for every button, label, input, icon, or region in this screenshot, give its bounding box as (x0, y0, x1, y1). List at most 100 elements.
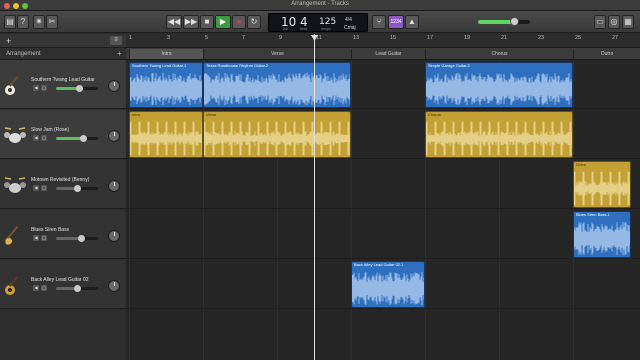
stop-button[interactable]: ■ (200, 15, 214, 29)
ruler-bar-label: 23 (538, 35, 545, 41)
solo-button[interactable]: ◯ (41, 135, 47, 141)
mute-button[interactable]: ◀ (33, 285, 39, 291)
ruler-bar-label: 5 (205, 35, 209, 41)
waveform-path (204, 72, 350, 106)
metronome-button[interactable]: ▲ (405, 15, 419, 29)
electric-guitar-icon (5, 276, 19, 295)
region-label: Back Alley Lead Guitar 02.1 (354, 262, 404, 267)
mute-button[interactable]: ◀ (33, 235, 39, 241)
tracks-area[interactable]: Southern Twang Lead Guitar.1 Texas Roadh… (126, 60, 640, 360)
pan-knob[interactable] (108, 180, 120, 192)
track-filter-button[interactable]: ≡ (110, 36, 122, 45)
audio-region[interactable]: Back Alley Lead Guitar 02.1 (351, 261, 425, 308)
master-volume-knob[interactable] (510, 17, 520, 26)
master-volume-slider[interactable] (478, 17, 530, 26)
arrangement-marker-intro[interactable]: Intro (129, 49, 203, 59)
rewind-button[interactable]: ◀◀ (166, 15, 182, 29)
track-volume-knob[interactable] (76, 85, 84, 92)
ruler-bar-label: 9 (279, 35, 283, 41)
editors-button[interactable]: ✂ (46, 15, 58, 29)
pan-knob[interactable] (108, 230, 120, 242)
track-header[interactable]: Motown Revisited (Benny) ◀ ◯ (0, 160, 126, 209)
count-in-button[interactable]: 1234 (388, 15, 404, 29)
track-header[interactable]: Southern Twang Lead Guitar ◀ ◯ (0, 60, 126, 109)
smart-controls-button[interactable]: ✷ (33, 15, 45, 29)
control-bar: ▤ ? ✷ ✂ ◀◀ ▶▶ ■ ▶ ● ↻ 10 4 bar beat 125 … (0, 11, 640, 33)
audio-region[interactable]: Southern Twang Lead Guitar.1 (129, 62, 203, 108)
lcd-tempo: 125 (319, 17, 337, 27)
mute-button[interactable]: ◀ (33, 185, 39, 191)
region-label: Outro (576, 162, 587, 167)
track-volume-slider[interactable] (56, 85, 98, 92)
track-name: Back Alley Lead Guitar 02 (31, 277, 89, 283)
media-browser-button[interactable]: ▦ (622, 15, 634, 29)
pan-knob[interactable] (108, 280, 120, 292)
title-bar: Arrangement - Tracks (0, 0, 640, 11)
rewind-icon: ◀◀ (167, 17, 181, 26)
region-label: Simple Garage Guitar.2 (428, 63, 470, 68)
record-button[interactable]: ● (232, 15, 246, 29)
track-header[interactable]: Slow Jam (Rose) ◀ ◯ (0, 110, 126, 159)
playhead[interactable] (314, 34, 315, 360)
solo-button[interactable]: ◯ (41, 85, 47, 91)
ruler-bar-label: 25 (575, 35, 582, 41)
loop-browser-button[interactable]: ◎ (608, 15, 620, 29)
mute-button[interactable]: ◀ (33, 85, 39, 91)
cycle-button[interactable]: ↻ (247, 15, 261, 29)
play-button[interactable]: ▶ (215, 15, 231, 29)
quick-help-button[interactable]: ? (17, 15, 29, 29)
solo-button[interactable]: ◯ (41, 285, 47, 291)
waveform-path (574, 171, 630, 206)
arrangement-marker-lead-guitar[interactable]: Lead Guitar (351, 49, 425, 59)
notepad-icon: ▭ (596, 17, 604, 26)
track-header[interactable]: Blues Siren Bass ◀ ◯ (0, 210, 126, 259)
ruler-bar-label: 19 (464, 35, 471, 41)
track-name: Motown Revisited (Benny) (31, 177, 90, 183)
drummer-region[interactable]: Intro (129, 111, 203, 158)
library-icon: ▤ (6, 17, 14, 26)
drummer-region[interactable]: Chorus (425, 111, 573, 158)
scissors-icon: ✂ (48, 17, 56, 26)
audio-region[interactable]: Blues Siren Bass.1 (573, 211, 631, 258)
fast-forward-button[interactable]: ▶▶ (183, 15, 199, 29)
lcd-tempo-label: tempo (321, 27, 331, 31)
master-volume-fill (478, 20, 515, 24)
audio-region[interactable]: Texas Roadhouse Rhythm Guitar.2 (203, 62, 351, 108)
library-button[interactable]: ▤ (4, 15, 16, 29)
record-icon: ● (236, 17, 242, 26)
track-volume-knob[interactable] (78, 235, 86, 242)
add-track-button[interactable]: + (6, 36, 11, 46)
track-volume-knob[interactable] (74, 185, 81, 192)
audio-region[interactable]: Simple Garage Guitar.2 (425, 62, 573, 108)
arrangement-marker-outro[interactable]: Outro (573, 49, 640, 59)
notepad-button[interactable]: ▭ (594, 15, 606, 29)
track-volume-knob[interactable] (74, 285, 81, 292)
solo-button[interactable]: ◯ (41, 185, 47, 191)
drummer-region[interactable]: Outro (573, 161, 631, 208)
arrangement-marker-chorus[interactable]: Chorus (425, 49, 573, 59)
region-label: Intro (132, 112, 141, 117)
timeline-ruler[interactable]: 1 3 5 7 9 11 13 15 17 19 21 23 25 27 (126, 34, 640, 48)
track-volume-slider[interactable] (56, 185, 98, 192)
pan-knob[interactable] (108, 80, 120, 92)
add-arrangement-marker-button[interactable]: + (117, 49, 122, 58)
track-volume-slider[interactable] (56, 285, 98, 292)
drummer-region[interactable]: Verse (203, 111, 351, 158)
track-volume-slider[interactable] (56, 135, 98, 142)
ruler-bar-label: 3 (167, 35, 171, 41)
arrangement-marker-verse[interactable]: Verse (203, 49, 351, 59)
track-header[interactable]: Back Alley Lead Guitar 02 ◀ ◯ (0, 260, 126, 309)
tuner-button[interactable]: ⑂ (372, 15, 386, 29)
solo-button[interactable]: ◯ (41, 235, 47, 241)
mute-button[interactable]: ◀ (33, 135, 39, 141)
bass-guitar-icon (5, 225, 19, 245)
track-volume-slider[interactable] (56, 235, 98, 242)
track-volume-knob[interactable] (80, 135, 88, 142)
pan-knob[interactable] (108, 130, 120, 142)
ruler-bar-label: 7 (242, 35, 246, 41)
drum-kit-icon (4, 127, 26, 143)
waveform-path (130, 72, 202, 106)
drum-waveform (574, 171, 630, 206)
lcd-display[interactable]: 10 4 bar beat 125 tempo 4/4 Cmaj (268, 13, 368, 32)
drum-waveform (426, 121, 572, 156)
